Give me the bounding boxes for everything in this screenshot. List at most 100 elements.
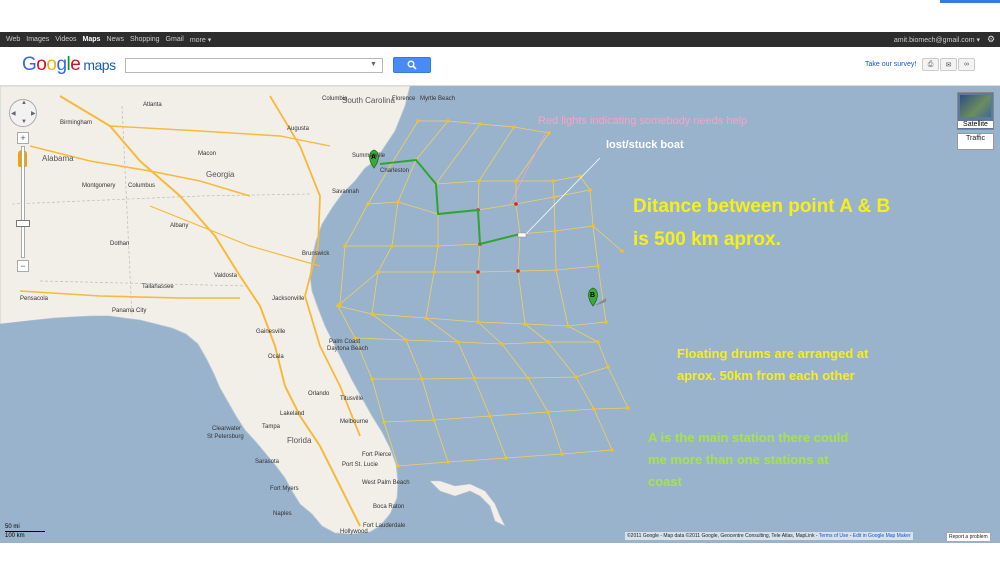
gbar-link-gmail[interactable]: Gmail	[166, 36, 184, 44]
state-label-georgia: Georgia	[206, 170, 235, 179]
account-menu[interactable]: amit.biomech@gmail.com ▾	[894, 36, 980, 44]
pan-control[interactable]: ▲ ▼ ◀ ▶	[9, 99, 37, 127]
print-button[interactable]: ⎙	[922, 58, 939, 71]
city-label-titusville: Titusville	[340, 396, 364, 402]
mail-icon: ✉	[945, 61, 952, 69]
zoom-thumb[interactable]	[16, 220, 30, 227]
gbar-link-images[interactable]: Images	[26, 36, 49, 44]
city-label-fort-myers: Fort Myers	[270, 486, 299, 492]
gear-icon[interactable]: ⚙	[984, 34, 998, 45]
logo-google-text: Google	[22, 54, 81, 75]
city-label-st-petersburg: St Petersburg	[207, 434, 244, 440]
zoom-slider[interactable]: + −	[16, 132, 30, 272]
zoom-out-button[interactable]: −	[17, 260, 29, 272]
drum-node	[610, 448, 614, 452]
terms-of-use-link[interactable]: Terms of Use	[819, 533, 848, 539]
drum-node	[390, 244, 394, 248]
drum-node	[446, 119, 450, 123]
map-attribution: ©2011 Google - Map data ©2011 Google, Ge…	[625, 532, 913, 540]
drum-node	[604, 320, 608, 324]
traffic-button[interactable]: Traffic	[957, 133, 994, 150]
drum-node	[477, 179, 481, 183]
scale-bar: 50 mi 100 km	[5, 524, 45, 539]
city-label-montgomery: Montgomery	[82, 183, 116, 189]
send-button[interactable]: ✉	[940, 58, 957, 71]
zoom-track[interactable]	[21, 146, 25, 258]
pan-left-icon[interactable]: ◀	[11, 110, 16, 117]
drum-node	[396, 464, 400, 468]
drum-node	[404, 338, 408, 342]
map-canvas[interactable]: A B South Carolina Georgia Alabama Florida A…	[0, 86, 1000, 543]
drum-node	[370, 312, 374, 316]
google-bar: Web Images Videos Maps News Shopping Gma…	[0, 32, 1000, 47]
city-label-fort-lauderdale: Fort Lauderdale	[363, 523, 406, 529]
google-maps-logo[interactable]: Google maps	[22, 54, 116, 76]
pan-down-icon[interactable]: ▼	[21, 119, 27, 125]
city-label-savannah: Savannah	[332, 189, 360, 195]
state-label-florida: Florida	[287, 436, 312, 445]
annotation-distance-line2: is 500 km aprox.	[633, 229, 781, 250]
city-label-panama-city: Panama City	[112, 308, 147, 314]
chevron-down-icon[interactable]: ▼	[370, 61, 377, 68]
pan-up-icon[interactable]: ▲	[21, 100, 27, 106]
city-label-gainesville: Gainesville	[256, 329, 286, 335]
drum-node	[376, 270, 380, 274]
city-label-daytona-beach: Daytona Beach	[327, 346, 369, 352]
city-label-naples: Naples	[273, 511, 292, 517]
drum-node	[547, 131, 551, 135]
annotation-station-line2: me more than one stations at	[648, 452, 829, 467]
report-problem-link[interactable]: Report a problem	[946, 532, 991, 542]
city-label-valdosta: Valdosta	[214, 273, 237, 279]
drum-node	[523, 322, 527, 326]
drum-node	[626, 406, 630, 410]
boat-icon	[517, 232, 527, 238]
search-button[interactable]	[393, 57, 431, 73]
city-label-fort-pierce: Fort Pierce	[362, 452, 392, 458]
gbar-link-videos[interactable]: Videos	[55, 36, 76, 44]
city-label-jacksonville: Jacksonville	[272, 296, 305, 302]
top-accent-strip	[940, 0, 1000, 3]
attribution-text: ©2011 Google - Map data ©2011 Google, Ge…	[627, 533, 818, 539]
drum-node	[560, 452, 564, 456]
gbar-link-more[interactable]: more ▾	[190, 36, 211, 44]
help-drum-node	[476, 270, 480, 274]
drum-node	[546, 410, 550, 414]
drum-node	[553, 229, 557, 233]
gbar-link-web[interactable]: Web	[6, 36, 20, 44]
drum-node	[551, 179, 555, 183]
annotation-lost-boat: lost/stuck boat	[606, 139, 684, 151]
drum-node	[514, 179, 518, 183]
drum-node	[446, 460, 450, 464]
drum-node	[606, 365, 610, 369]
pan-right-icon[interactable]: ▶	[31, 110, 36, 117]
drum-node	[488, 414, 492, 418]
take-survey-link[interactable]: Take our survey!	[865, 61, 916, 68]
city-label-augusta: Augusta	[287, 126, 310, 132]
city-label-summerville: Summerville	[352, 153, 386, 159]
drum-node	[620, 249, 624, 253]
gbar-link-shopping[interactable]: Shopping	[130, 36, 160, 44]
scale-miles: 50 mi	[5, 524, 20, 530]
city-label-tampa: Tampa	[262, 424, 281, 430]
zoom-in-button[interactable]: +	[17, 132, 29, 144]
gbar-link-news[interactable]: News	[106, 36, 124, 44]
city-label-albany: Albany	[170, 223, 189, 229]
satellite-button[interactable]: Satellite	[957, 92, 994, 130]
city-label-clearwater: Clearwater	[212, 426, 242, 432]
link-button[interactable]: ∞	[958, 58, 975, 71]
drum-node	[366, 202, 370, 206]
search-input[interactable]	[125, 58, 383, 73]
edit-map-maker-link[interactable]: Edit in Google Map Maker	[853, 533, 911, 539]
maps-header: Google maps ▼ Take our survey! ⎙ ✉ ∞	[0, 47, 1000, 86]
city-label-myrtle-beach: Myrtle Beach	[420, 96, 456, 102]
gbar-link-maps[interactable]: Maps	[83, 36, 101, 44]
satellite-thumbnail	[960, 95, 991, 117]
city-label-lakeland: Lakeland	[280, 411, 305, 417]
scale-km: 100 km	[5, 533, 25, 539]
city-label-boca-raton: Boca Raton	[373, 504, 405, 510]
print-icon: ⎙	[927, 60, 934, 68]
city-label-charleston: Charleston	[380, 168, 410, 174]
drum-node	[432, 270, 436, 274]
drum-node	[554, 268, 558, 272]
drum-node	[478, 122, 482, 126]
